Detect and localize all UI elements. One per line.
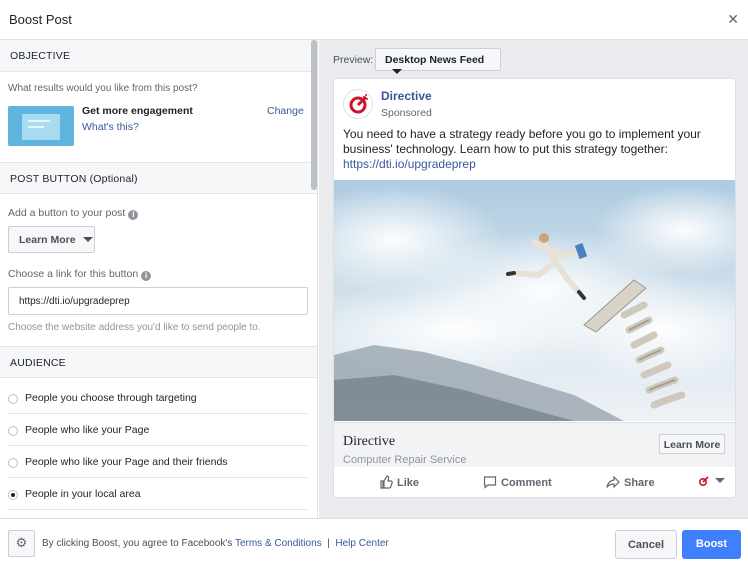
learn-more-button[interactable]: Learn More (659, 434, 725, 454)
close-icon[interactable]: ✕ (727, 11, 739, 28)
add-button-label: Add a button to your post i (8, 207, 139, 220)
cancel-button[interactable]: Cancel (615, 530, 677, 559)
button-type-dropdown[interactable]: Learn More (8, 226, 95, 253)
info-icon[interactable]: i (128, 210, 139, 220)
boost-button[interactable]: Boost (682, 530, 741, 559)
page-identity-selector[interactable] (698, 475, 725, 487)
radio-button-selected[interactable] (8, 490, 18, 500)
settings-panel[interactable]: OBJECTIVE What results would you like fr… (0, 40, 318, 518)
cta-description: Computer Repair Service (343, 454, 467, 466)
link-label: Choose a link for this button i (8, 268, 152, 281)
link-help-text: Choose the website address you'd like to… (8, 322, 261, 333)
like-button[interactable]: Like (379, 475, 419, 489)
comment-icon (483, 476, 497, 489)
dialog-footer: ⚙ By clicking Boost, you agree to Facebo… (0, 518, 748, 567)
cta-title: Directive (343, 434, 396, 449)
objective-header: OBJECTIVE (0, 40, 317, 72)
objective-goal: Get more engagement (82, 105, 193, 117)
help-center-link[interactable]: Help Center (335, 538, 388, 549)
engagement-thumbnail (8, 106, 74, 146)
post-actions: Like Comment Share (334, 467, 735, 497)
whats-this-link[interactable]: What's this? (82, 121, 139, 133)
ad-image[interactable] (334, 180, 735, 421)
terms-text: By clicking Boost, you agree to Facebook… (42, 538, 389, 549)
post-text: You need to have a strategy ready before… (343, 127, 701, 171)
radio-button[interactable] (8, 394, 18, 404)
radio-button[interactable] (8, 458, 18, 468)
post-link[interactable]: https://dti.io/upgradeprep (343, 157, 476, 171)
info-icon[interactable]: i (141, 271, 152, 281)
like-icon (380, 475, 393, 489)
change-objective-link[interactable]: Change (267, 105, 304, 117)
preview-panel: Preview: Desktop News Feed Directive Spo… (319, 40, 748, 518)
audience-option-targeting[interactable]: People you choose through targeting (8, 382, 308, 414)
panel-scrollbar[interactable] (311, 40, 317, 190)
caret-down-icon (392, 69, 402, 74)
gear-icon[interactable]: ⚙ (8, 530, 35, 557)
caret-down-icon (82, 237, 93, 242)
dialog-header: Boost Post ✕ (0, 0, 748, 40)
comment-button[interactable]: Comment (483, 475, 552, 489)
sponsored-label: Sponsored (381, 107, 432, 119)
directive-logo-icon (698, 476, 709, 487)
page-logo[interactable] (343, 89, 373, 119)
post-button-header: POST BUTTON (Optional) (0, 162, 317, 194)
call-to-action-bar: Directive Computer Repair Service Learn … (334, 422, 735, 467)
placement-dropdown[interactable]: Desktop News Feed (375, 48, 501, 74)
caret-down-icon (715, 478, 725, 483)
radio-button[interactable] (8, 426, 18, 436)
share-icon (606, 475, 620, 489)
audience-header: AUDIENCE (0, 346, 317, 378)
page-name-link[interactable]: Directive (381, 89, 432, 103)
audience-option-local-area[interactable]: People in your local area (8, 478, 308, 510)
terms-link[interactable]: Terms & Conditions (235, 538, 322, 549)
objective-question: What results would you like from this po… (8, 83, 198, 94)
link-url-input[interactable] (8, 287, 308, 315)
dialog-title: Boost Post (9, 12, 72, 27)
audience-option-page-likes-friends[interactable]: People who like your Page and their frie… (8, 446, 308, 478)
post-preview-card: Directive Sponsored You need to have a s… (333, 78, 736, 498)
preview-label: Preview: (333, 54, 374, 66)
audience-option-page-likes[interactable]: People who like your Page (8, 414, 308, 446)
share-button[interactable]: Share (606, 475, 655, 489)
